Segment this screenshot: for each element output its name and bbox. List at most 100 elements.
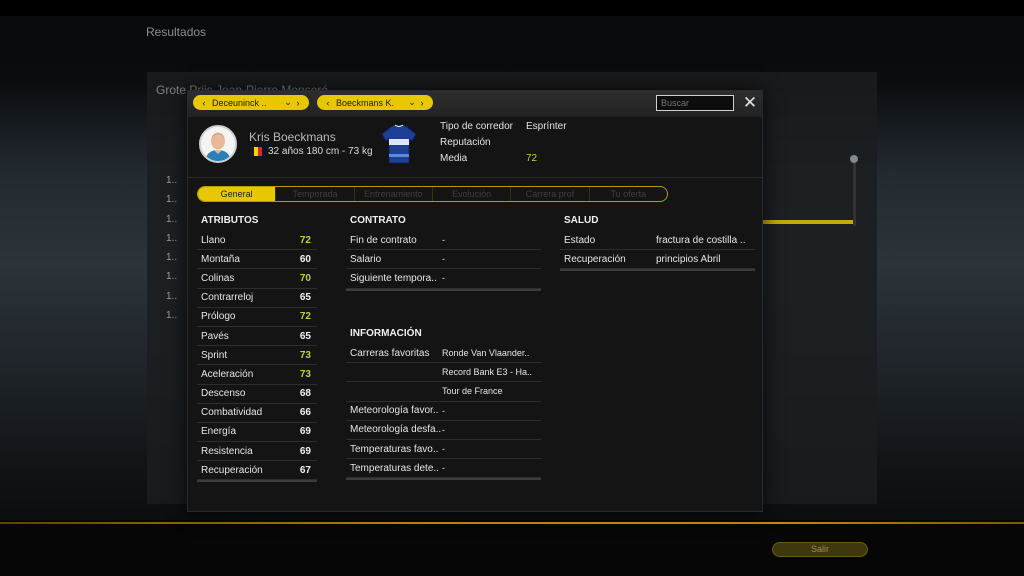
attribute-value: 68	[299, 388, 311, 400]
chevron-right-icon[interactable]: ›	[293, 98, 303, 108]
attribute-row: Pavés 65	[197, 327, 317, 347]
attribute-row: Montaña 60	[197, 250, 317, 270]
rider-info: 32 años 180 cm - 73 kg	[250, 146, 373, 157]
information-row: Carreras favoritas Ronde Van Vlaander..	[346, 344, 541, 364]
information-row: Record Bank E3 - Ha..	[346, 363, 541, 383]
contract-title: CONTRATO	[350, 215, 406, 226]
chevron-left-icon[interactable]: ‹	[323, 98, 333, 108]
attribute-label: Montaña	[201, 253, 240, 265]
information-row-label: Temperaturas dete..	[350, 462, 439, 474]
list-bottom-rule	[346, 288, 541, 291]
background-screen-title: Resultados	[146, 25, 207, 39]
team-selector-label: Deceuninck ..	[212, 97, 267, 108]
information-row-value: -	[442, 444, 445, 455]
team-selector[interactable]: ‹ Deceuninck .. ⌄ ›	[193, 95, 309, 110]
contract-row-label: Fin de contrato	[350, 234, 417, 246]
tab-general[interactable]: General	[198, 187, 277, 201]
information-row-value: Ronde Van Vlaander..	[442, 348, 530, 359]
list-bottom-rule	[346, 478, 541, 481]
contract-row: Salario -	[346, 250, 541, 270]
search-input[interactable]	[656, 95, 734, 111]
bottom-bar	[0, 520, 1024, 576]
attribute-label: Contrarreloj	[201, 292, 254, 304]
health-title: SALUD	[564, 215, 599, 226]
meta-row: Media 72	[440, 153, 567, 169]
attribute-row: Combatividad 66	[197, 404, 317, 423]
attribute-value: 73	[299, 368, 311, 380]
background-rank-row: 1..	[166, 252, 178, 264]
attribute-row: Sprint 73	[197, 346, 317, 366]
contract-row-value: -	[442, 235, 445, 246]
rider-selector[interactable]: ‹ Boeckmans K. ⌄ ›	[317, 95, 433, 110]
chevron-right-icon[interactable]: ›	[417, 98, 427, 108]
attribute-row: Resistencia 69	[197, 442, 317, 462]
background-rank-row: 1..	[166, 310, 178, 322]
team-jersey-icon	[381, 124, 417, 164]
attribute-label: Resistencia	[201, 445, 253, 457]
information-row: Meteorología desfa.. -	[346, 421, 541, 440]
tab-evolucion[interactable]: Evolución	[433, 187, 512, 201]
chevron-down-icon[interactable]: ⌄	[283, 97, 293, 108]
contract-row-value: -	[442, 254, 445, 265]
attribute-value: 73	[299, 349, 311, 361]
attribute-value: 60	[299, 253, 311, 265]
meta-row: Tipo de corredor Esprínter	[440, 121, 567, 137]
health-row-value: principios Abril	[656, 253, 721, 265]
health-row-value: fractura de costilla ..	[656, 234, 746, 246]
attribute-label: Prólogo	[201, 311, 236, 323]
health-list: Estado fractura de costilla .. Recuperació…	[560, 231, 755, 272]
chevron-down-icon[interactable]: ⌄	[407, 97, 417, 108]
attribute-value: 70	[299, 272, 311, 284]
attribute-value: 65	[299, 292, 311, 304]
rider-avatar	[199, 125, 237, 163]
information-row: Meteorología favor.. -	[346, 402, 541, 421]
tab-carrera-prof[interactable]: Carrera prof	[511, 187, 590, 201]
information-row-value: -	[442, 463, 445, 474]
attribute-value: 66	[299, 407, 311, 419]
information-row-label: Meteorología desfa..	[350, 424, 442, 436]
contract-row: Siguiente tempora.. -	[346, 269, 541, 289]
tab-entrenamiento[interactable]: Entrenamiento	[355, 187, 433, 201]
health-row: Recuperación principios Abril	[560, 250, 755, 270]
top-bar	[0, 0, 1024, 16]
attribute-row: Llano 72	[197, 231, 317, 251]
belgium-flag-icon	[250, 147, 262, 156]
meta-row: Reputación	[440, 137, 567, 153]
list-bottom-rule	[197, 480, 317, 483]
attribute-row: Prólogo 72	[197, 308, 317, 327]
chevron-left-icon[interactable]: ‹	[199, 98, 209, 108]
meta-value: Esprínter	[526, 121, 567, 132]
contract-list: Fin de contrato - Salario - Siguiente tempor…	[346, 231, 541, 291]
background-scrollbar[interactable]	[853, 162, 856, 226]
information-title: INFORMACIÓN	[350, 328, 422, 339]
exit-button[interactable]: Salir	[772, 542, 868, 557]
background-rank-row: 1..	[166, 271, 178, 283]
attribute-row: Contrarreloj 65	[197, 289, 317, 308]
tab-temporada[interactable]: Temporada	[276, 187, 355, 201]
close-icon[interactable]: ✕	[741, 94, 759, 112]
attribute-value: 69	[299, 426, 311, 438]
attribute-label: Descenso	[201, 388, 246, 400]
rider-meta: Tipo de corredor Esprínter Reputación Me…	[440, 121, 567, 169]
attribute-row: Aceleración 73	[197, 365, 317, 385]
bottom-accent-line	[0, 522, 1024, 524]
divider	[188, 177, 762, 178]
information-row-label: Temperaturas favo..	[350, 443, 439, 455]
background-rank-row: 1..	[166, 232, 178, 244]
contract-row: Fin de contrato -	[346, 231, 541, 251]
rider-selector-label: Boeckmans K.	[336, 97, 395, 108]
profile-tabs: General Temporada Entrenamiento Evolució…	[197, 186, 668, 202]
tab-tu-oferta[interactable]: Tu oferta	[590, 187, 667, 201]
attribute-value: 65	[299, 330, 311, 342]
meta-value: 72	[526, 153, 538, 164]
meta-key: Media	[440, 153, 468, 164]
background-scroll-knob[interactable]	[850, 155, 858, 163]
attribute-label: Colinas	[201, 272, 235, 284]
attribute-label: Recuperación	[201, 464, 263, 476]
health-row-label: Recuperación	[564, 253, 626, 265]
list-bottom-rule	[560, 269, 755, 272]
background-rank-row: 1..	[166, 213, 178, 225]
rider-profile-modal: ‹ Deceuninck .. ⌄ › ‹ Boeckmans K. ⌄ › ✕…	[187, 90, 763, 512]
attribute-label: Energía	[201, 426, 237, 438]
attribute-value: 72	[299, 234, 311, 246]
